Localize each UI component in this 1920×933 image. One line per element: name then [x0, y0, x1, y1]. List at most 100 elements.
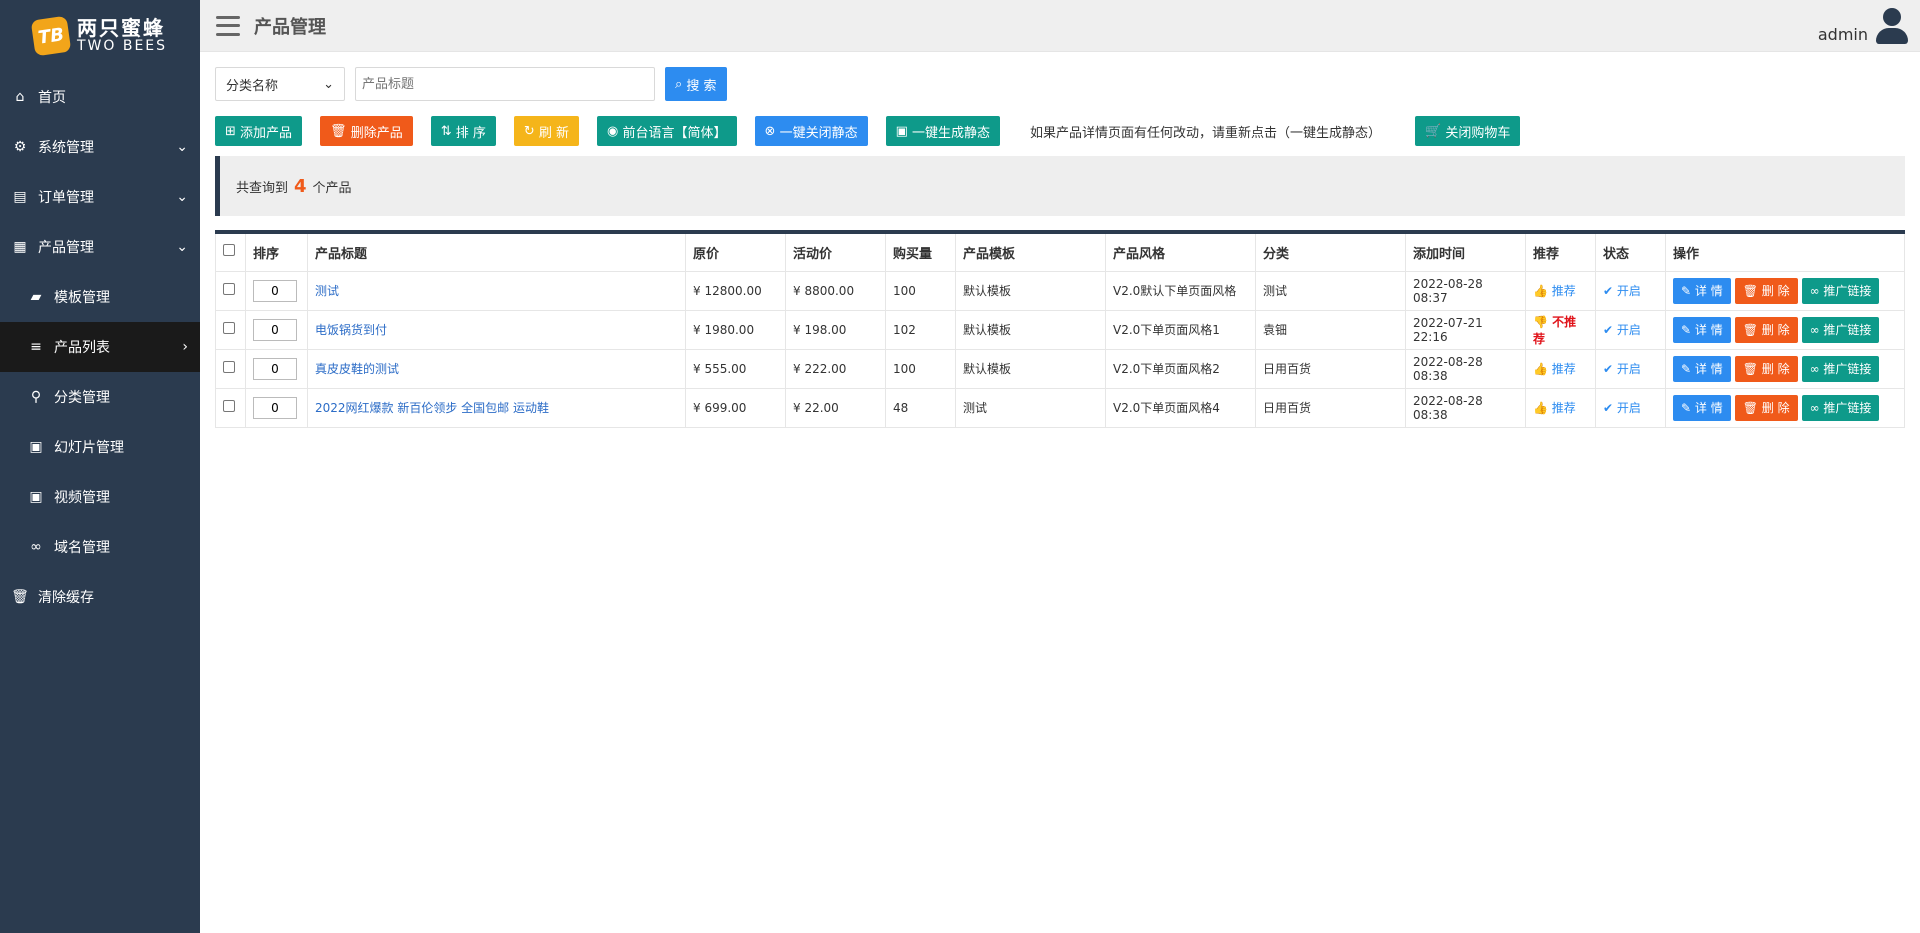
edit-icon: ✎ — [1681, 283, 1695, 298]
user-menu[interactable]: admin — [1818, 8, 1910, 44]
sidebar-item-system[interactable]: ⚙ 系统管理 ⌄ — [0, 122, 200, 172]
action-toolbar: ⊞ 添加产品 🗑 删除产品 ⇅ 排 序 ↻ 刷 新 ◉ 前台语言【简体】 ⊗ 一… — [215, 116, 1905, 146]
frontend-language-button[interactable]: ◉ 前台语言【简体】 — [597, 116, 737, 146]
row-status-cell[interactable]: ✔ 开启 — [1595, 270, 1666, 311]
sidebar-item-label: 产品列表 — [54, 340, 110, 356]
sidebar-item-orders[interactable]: ▤ 订单管理 ⌄ — [0, 172, 200, 222]
sidebar-item-templates[interactable]: ▰ 模板管理 — [0, 272, 200, 322]
row-category: 日用百货 — [1255, 348, 1406, 389]
refresh-button[interactable]: ↻ 刷 新 — [513, 116, 580, 146]
promote-link-button[interactable]: ∞ 推广链接 — [1801, 355, 1880, 382]
row-checkbox[interactable] — [223, 322, 235, 334]
row-checkbox[interactable] — [223, 283, 235, 295]
col-template: 产品模板 — [955, 231, 1106, 272]
row-checkbox[interactable] — [223, 361, 235, 373]
user-name: admin — [1817, 25, 1868, 44]
sort-order-input[interactable] — [253, 279, 297, 302]
sort-order-input[interactable] — [253, 318, 297, 341]
frontend-language-label: 前台语言【简体】 — [622, 125, 727, 141]
table-row: 测试 ¥ 12800.00 ¥ 8800.00 100 默认模板 V2.0默认下… — [215, 270, 1905, 311]
sidebar-item-domains[interactable]: ∞ 域名管理 — [0, 522, 200, 572]
menu-toggle-icon[interactable] — [216, 15, 240, 36]
row-status-cell[interactable]: ✔ 开启 — [1595, 387, 1666, 428]
sidebar: TB 两只蜜蜂 TWO BEES ⌂ 首页 ⚙ 系统管理 ⌄ ▤ 订单管理 ⌄ … — [0, 0, 200, 933]
promote-link-label: 推广链接 — [1823, 401, 1872, 415]
detail-button[interactable]: ✎ 详 情 — [1673, 316, 1731, 343]
row-status-cell[interactable]: ✔ 开启 — [1595, 309, 1666, 350]
check-icon: ✔ — [1603, 284, 1617, 298]
product-title-link[interactable]: 电饭锅货到付 — [315, 323, 387, 337]
row-title-cell: 2022网红爆款 新百伦领步 全国包邮 运动鞋 — [307, 387, 686, 428]
sidebar-item-clear-cache[interactable]: 🗑 清除缓存 — [0, 572, 200, 622]
refresh-label: 刷 新 — [538, 125, 570, 141]
row-recommend-cell[interactable]: 👍 推荐 — [1525, 348, 1596, 389]
sort-order-input[interactable] — [253, 357, 297, 380]
product-title-link[interactable]: 真皮皮鞋的测试 — [315, 362, 399, 376]
row-recommend-cell[interactable]: 👍 推荐 — [1525, 387, 1596, 428]
product-title-link[interactable]: 2022网红爆款 新百伦领步 全国包邮 运动鞋 — [315, 401, 549, 415]
trash-icon: 🗑 — [1742, 361, 1762, 376]
sidebar-item-product-list[interactable]: ≡ 产品列表 › — [0, 322, 200, 372]
select-all-checkbox[interactable] — [223, 244, 235, 257]
promote-link-button[interactable]: ∞ 推广链接 — [1801, 277, 1880, 304]
product-title-link[interactable]: 测试 — [315, 284, 339, 298]
delete-product-button[interactable]: 🗑 删除产品 — [320, 116, 413, 146]
cart-icon: 🛒 — [1425, 123, 1446, 139]
sort-button[interactable]: ⇅ 排 序 — [430, 116, 496, 146]
link-icon: ∞ — [1809, 283, 1824, 298]
thumbs-icon: 👎 — [1533, 314, 1553, 329]
sidebar-item-products[interactable]: ▦ 产品管理 ⌄ — [0, 222, 200, 272]
thumbs-icon: 👍 — [1533, 401, 1552, 415]
sidebar-item-slides[interactable]: ▣ 幻灯片管理 — [0, 422, 200, 472]
bee-logo-icon: TB — [30, 15, 72, 57]
promote-link-button[interactable]: ∞ 推广链接 — [1801, 394, 1880, 421]
col-sale-price: 活动价 — [785, 231, 886, 272]
col-price: 原价 — [685, 231, 786, 272]
sidebar-item-label: 视频管理 — [54, 490, 110, 506]
row-actions-cell: ✎ 详 情 🗑 删 除 ∞ 推广链接 — [1665, 348, 1905, 389]
sidebar-item-categories[interactable]: ⚲ 分类管理 — [0, 372, 200, 422]
row-checkbox[interactable] — [223, 400, 235, 412]
delete-button[interactable]: 🗑 删 除 — [1734, 316, 1798, 343]
row-status-cell[interactable]: ✔ 开启 — [1595, 348, 1666, 389]
link-icon: ∞ — [1809, 322, 1824, 337]
refresh-icon: ↻ — [523, 123, 539, 139]
row-style: V2.0下单页面风格1 — [1105, 309, 1256, 350]
sort-order-input[interactable] — [253, 396, 297, 419]
promote-link-button[interactable]: ∞ 推广链接 — [1801, 316, 1880, 343]
table-header-row: 排序 产品标题 原价 活动价 购买量 产品模板 产品风格 分类 添加时间 推荐 … — [215, 231, 1905, 272]
close-static-button[interactable]: ⊗ 一键关闭静态 — [754, 116, 868, 146]
sidebar-item-label: 模板管理 — [54, 290, 110, 306]
trash-icon: 🗑 — [1742, 283, 1762, 298]
close-cart-button[interactable]: 🛒 关闭购物车 — [1415, 116, 1521, 146]
promote-link-label: 推广链接 — [1823, 284, 1872, 298]
row-sale-price: ¥ 8800.00 — [785, 270, 886, 311]
home-icon: ⌂ — [15, 89, 25, 105]
col-status: 状态 — [1595, 231, 1666, 272]
row-recommend-cell[interactable]: 👍 推荐 — [1525, 270, 1596, 311]
detail-button[interactable]: ✎ 详 情 — [1673, 394, 1731, 421]
delete-button[interactable]: 🗑 删 除 — [1734, 277, 1798, 304]
search-button[interactable]: ⌕ 搜 索 — [665, 67, 727, 101]
row-select-cell — [215, 387, 246, 428]
col-quantity: 购买量 — [885, 231, 956, 272]
sidebar-item-home[interactable]: ⌂ 首页 — [0, 72, 200, 122]
row-quantity: 100 — [885, 270, 956, 311]
brand-logo[interactable]: TB 两只蜜蜂 TWO BEES — [0, 0, 200, 72]
row-actions-cell: ✎ 详 情 🗑 删 除 ∞ 推广链接 — [1665, 270, 1905, 311]
detail-button[interactable]: ✎ 详 情 — [1673, 355, 1731, 382]
category-select[interactable]: 分类名称 ⌄ — [215, 67, 345, 101]
sidebar-item-videos[interactable]: ▣ 视频管理 — [0, 472, 200, 522]
link-icon: ∞ — [1809, 400, 1824, 415]
check-icon: ✔ — [1603, 401, 1617, 415]
row-recommend-cell[interactable]: 👎 不推荐 — [1525, 309, 1596, 350]
row-select-cell — [215, 309, 246, 350]
trash-icon: 🗑 — [330, 123, 351, 139]
add-product-button[interactable]: ⊞ 添加产品 — [215, 116, 303, 146]
generate-static-button[interactable]: ▣ 一键生成静态 — [885, 116, 1001, 146]
detail-button[interactable]: ✎ 详 情 — [1673, 277, 1731, 304]
title-search-input[interactable] — [355, 67, 655, 101]
delete-button[interactable]: 🗑 删 除 — [1734, 355, 1798, 382]
folder-icon: ▰ — [30, 289, 42, 305]
delete-button[interactable]: 🗑 删 除 — [1734, 394, 1798, 421]
